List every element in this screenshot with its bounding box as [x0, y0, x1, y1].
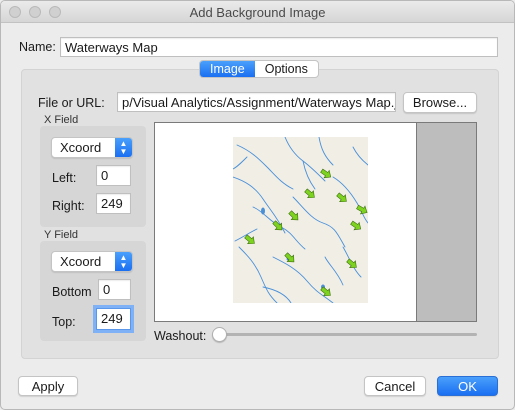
updown-arrows-icon: ▲ ▼ — [115, 138, 132, 157]
x-field-group-label: X Field — [44, 114, 79, 126]
file-url-label: File or URL: — [38, 96, 105, 110]
ok-button[interactable]: OK — [437, 376, 498, 396]
y-field-group-label: Y Field — [44, 229, 79, 241]
y-field-select[interactable]: Xcoord ▲ ▼ — [51, 251, 133, 272]
updown-arrows-icon: ▲ ▼ — [115, 252, 132, 271]
image-preview-margin — [417, 122, 477, 322]
tab-options[interactable]: Options — [255, 61, 318, 77]
left-input[interactable]: 0 — [96, 165, 131, 186]
bottom-input[interactable]: 0 — [98, 279, 131, 300]
x-field-select-value: Xcoord — [60, 140, 102, 155]
right-input[interactable]: 249 — [96, 193, 131, 214]
cancel-button[interactable]: Cancel — [364, 376, 426, 396]
tab-image[interactable]: Image — [200, 61, 255, 77]
x-field-select[interactable]: Xcoord ▲ ▼ — [51, 137, 133, 158]
washout-label: Washout: — [154, 329, 207, 343]
window-title: Add Background Image — [189, 5, 326, 20]
tab-bar: Image Options — [199, 60, 319, 78]
washout-slider-knob[interactable] — [212, 327, 227, 342]
file-url-input[interactable]: p/Visual Analytics/Assignment/Waterways … — [117, 92, 396, 112]
top-label: Top: — [52, 315, 76, 329]
name-label: Name: — [19, 40, 56, 54]
dialog-window: Add Background Image Name: Waterways Map… — [0, 0, 515, 410]
right-label: Right: — [52, 199, 85, 213]
top-input[interactable]: 249 — [96, 308, 131, 330]
waterways-map-image — [233, 137, 368, 303]
y-field-select-value: Xcoord — [60, 254, 102, 269]
title-bar: Add Background Image — [1, 1, 514, 23]
bottom-label: Bottom — [52, 285, 92, 299]
apply-button[interactable]: Apply — [18, 376, 78, 396]
browse-button[interactable]: Browse... — [403, 92, 477, 113]
left-label: Left: — [52, 171, 77, 185]
washout-slider-track[interactable] — [223, 333, 477, 336]
name-input[interactable]: Waterways Map — [60, 37, 498, 57]
